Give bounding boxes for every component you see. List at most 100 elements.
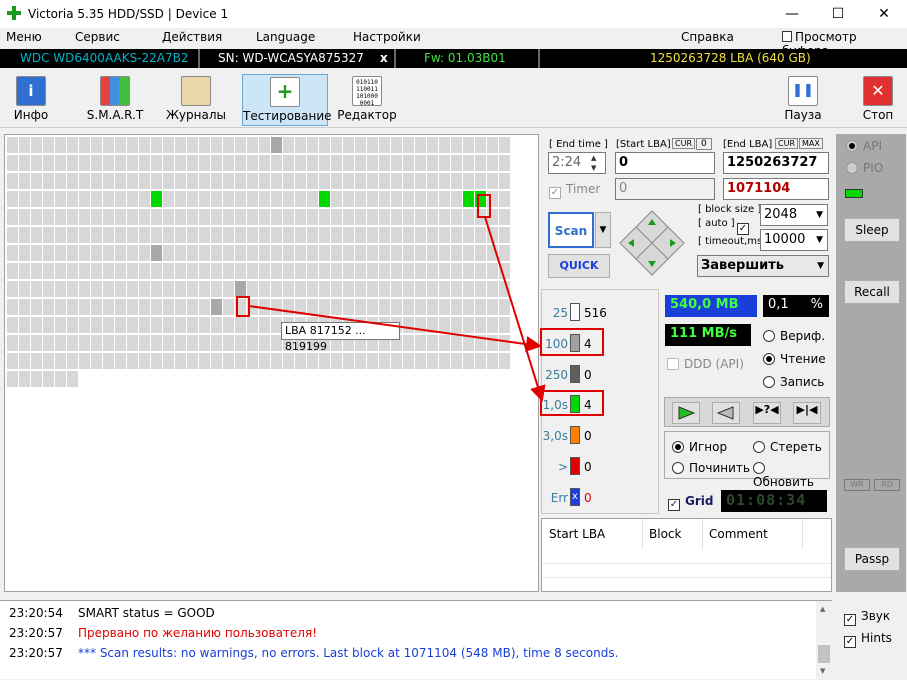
scan-block	[187, 245, 198, 261]
scan-block	[31, 209, 42, 225]
end-cur-button[interactable]: CUR	[775, 138, 798, 149]
timeout-select[interactable]: 10000 ▼	[760, 229, 828, 251]
play-backward-button[interactable]	[712, 402, 740, 424]
timer-checkbox[interactable]: ✓ Timer	[549, 182, 600, 199]
close-drive-icon[interactable]: x	[380, 49, 388, 68]
mode-verify-radio[interactable]: Вериф.	[763, 329, 825, 343]
maximize-button[interactable]: ☐	[815, 0, 861, 28]
scan-block	[235, 263, 246, 279]
start-zero-button[interactable]: 0	[696, 138, 712, 150]
pause-button[interactable]: ❚❚ Пауза	[781, 74, 825, 126]
finish-action-select[interactable]: Завершить ▼	[697, 255, 829, 277]
recall-button[interactable]: Recall	[844, 280, 900, 304]
action-refresh-radio[interactable]: Обновить	[753, 461, 829, 489]
column-comment[interactable]: Comment	[709, 527, 768, 541]
menu-language[interactable]: Language	[256, 30, 315, 44]
journals-button[interactable]: Журналы	[165, 74, 227, 126]
scan-block	[67, 245, 78, 261]
start-lba-input[interactable]: 0	[615, 152, 715, 174]
scan-block	[223, 137, 234, 153]
scan-block	[67, 353, 78, 369]
scan-block	[91, 353, 102, 369]
hints-checkbox[interactable]: ✓ Hints	[844, 631, 892, 648]
scan-block	[295, 155, 306, 171]
end-lba-input[interactable]: 1250263727	[723, 152, 829, 174]
passp-button[interactable]: Passp	[844, 547, 900, 571]
column-start-lba[interactable]: Start LBA	[549, 527, 605, 541]
direction-pad[interactable]	[619, 210, 685, 276]
scan-dropdown-button[interactable]: ▼	[595, 212, 611, 248]
menu-service[interactable]: Сервис	[75, 30, 120, 44]
scan-block	[127, 281, 138, 297]
pio-radio[interactable]: PIO	[846, 161, 883, 175]
scan-block	[103, 227, 114, 243]
scan-block	[187, 155, 198, 171]
quick-button[interactable]: QUICK	[548, 254, 610, 278]
menu-help[interactable]: Справка	[681, 30, 734, 44]
skip-unknown-button[interactable]: ▶?◀	[753, 402, 781, 424]
scan-block	[451, 209, 462, 225]
end-max-button[interactable]: MAX	[799, 138, 823, 149]
block-size-select[interactable]: 2048 ▼	[760, 204, 828, 226]
sound-checkbox[interactable]: ✓ Звук	[844, 609, 890, 626]
skip-to-end-button[interactable]: ▶|◀	[793, 402, 821, 424]
scan-block	[343, 173, 354, 189]
scan-block	[187, 137, 198, 153]
scan-block	[163, 173, 174, 189]
info-button[interactable]: i Инфо	[8, 74, 54, 126]
menu-main[interactable]: Меню	[6, 30, 42, 44]
log-scrollbar[interactable]: ▲ ▼	[816, 601, 832, 680]
end-time-input[interactable]: 2:24	[548, 152, 606, 174]
toolbar: i Инфо S.M.A.R.T Журналы + Тестирование …	[0, 70, 907, 128]
start-cur-button[interactable]: CUR	[672, 138, 695, 149]
end-time-spinner[interactable]: ▲ ▼	[591, 153, 596, 173]
scan-block	[235, 227, 246, 243]
action-erase-radio[interactable]: Стереть	[753, 440, 822, 454]
mode-read-radio[interactable]: Чтение	[763, 352, 826, 366]
editor-button[interactable]: 010110 110011 101000 0001 Редактор	[337, 74, 397, 126]
sleep-button[interactable]: Sleep	[844, 218, 900, 242]
ddd-api-checkbox[interactable]: DDD (API)	[667, 357, 744, 371]
smart-button[interactable]: S.M.A.R.T	[85, 74, 145, 126]
scan-block	[343, 155, 354, 171]
action-repair-radio[interactable]: Починить	[672, 461, 750, 475]
scan-block	[163, 263, 174, 279]
minimize-button[interactable]: —	[769, 0, 815, 28]
timer-input[interactable]: 0	[615, 178, 715, 200]
scan-block	[367, 353, 378, 369]
scan-block	[307, 353, 318, 369]
column-block[interactable]: Block	[649, 527, 681, 541]
scan-block	[271, 245, 282, 261]
grid-checkbox[interactable]: ✓ Grid	[668, 494, 713, 511]
stat-row: Err x 0	[542, 487, 658, 513]
close-button[interactable]: ✕	[861, 0, 907, 28]
scan-block	[391, 173, 402, 189]
menu-actions[interactable]: Действия	[162, 30, 222, 44]
mode-write-radio[interactable]: Запись	[763, 375, 824, 389]
scan-block	[163, 245, 174, 261]
scan-block	[463, 173, 474, 189]
stat-label: 1,0s	[542, 398, 568, 413]
elapsed-timer-display: 01:08:34	[721, 490, 827, 512]
scan-block	[247, 245, 258, 261]
scan-block	[499, 263, 510, 279]
scan-block	[211, 209, 222, 225]
api-radio[interactable]: API	[846, 139, 882, 153]
scan-block	[91, 335, 102, 351]
scan-block	[463, 137, 474, 153]
testing-button[interactable]: + Тестирование	[242, 74, 332, 126]
scan-block	[55, 245, 66, 261]
scan-block	[391, 263, 402, 279]
scan-block	[283, 245, 294, 261]
menu-settings[interactable]: Настройки	[353, 30, 421, 44]
scan-block	[259, 245, 270, 261]
play-forward-button[interactable]	[672, 402, 700, 424]
scan-block	[235, 209, 246, 225]
auto-checkbox[interactable]: ✓	[737, 218, 754, 235]
scan-button[interactable]: Scan	[548, 212, 594, 248]
action-ignore-radio[interactable]: Игнор	[672, 440, 727, 454]
scan-block	[307, 281, 318, 297]
buffer-icon	[782, 31, 792, 42]
scan-block	[307, 209, 318, 225]
stop-button[interactable]: ✕ Стоп	[856, 74, 900, 126]
